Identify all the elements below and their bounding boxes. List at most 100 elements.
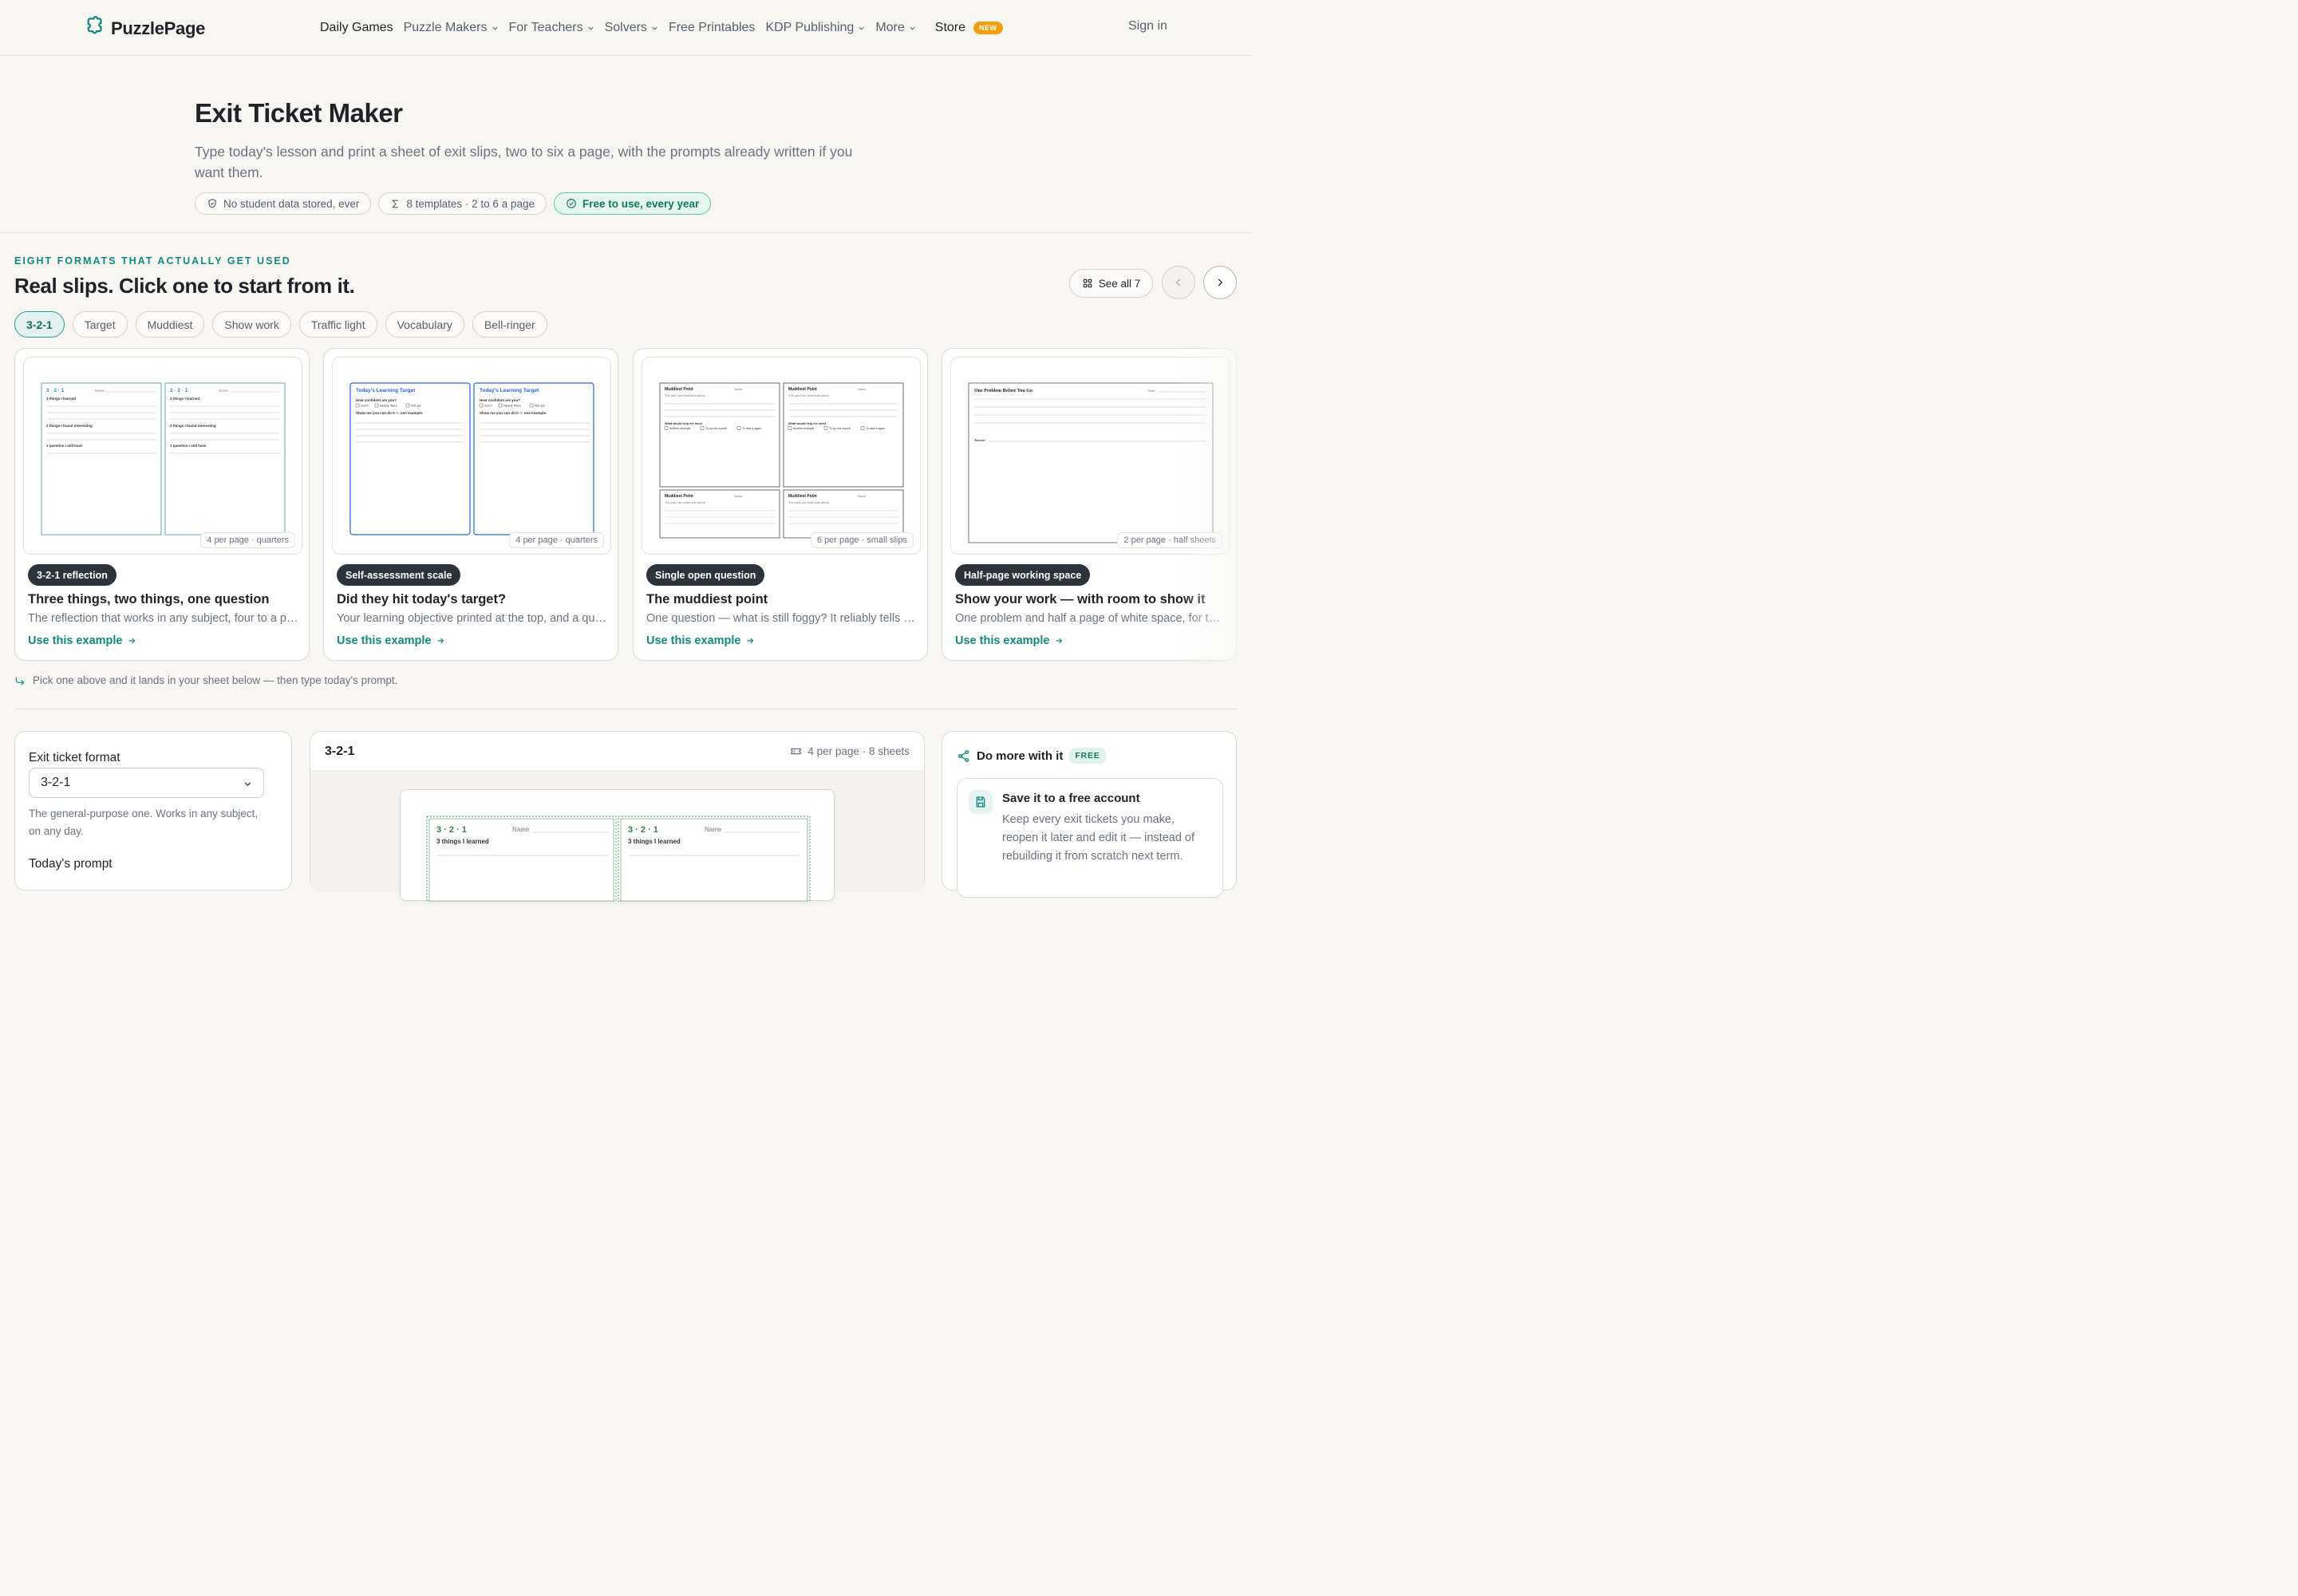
svg-text:What would help me most: What would help me most — [788, 422, 827, 425]
carousel-next-button[interactable] — [1203, 266, 1237, 299]
use-example-link[interactable]: Use this example — [955, 634, 1064, 647]
thumbnail-caption: 4 per page · quarters — [200, 532, 295, 548]
settings-panel: Exit ticket format 3-2-1 The general-pur… — [14, 731, 292, 891]
svg-text:Another example: Another example — [669, 427, 691, 430]
svg-text:To hear it again: To hear it again — [866, 427, 885, 430]
thumbnail-caption: 4 per page · quarters — [509, 532, 604, 548]
arrow-right-icon — [747, 638, 754, 644]
preview-header: 3-2-1 4 per page · 8 sheets — [310, 732, 924, 772]
use-example-link[interactable]: Use this example — [337, 634, 445, 647]
ticket-icon — [791, 748, 802, 755]
save-icon-wrap — [969, 790, 993, 814]
chip-3-2-1[interactable]: 3-2-1 — [14, 311, 65, 338]
nav-item-solvers[interactable]: Solvers — [605, 21, 658, 35]
slip-preview: 3 · 2 · 1 Name 3 things I learned 2 thin… — [41, 382, 286, 535]
save-icon — [976, 796, 985, 808]
chip-traffic-light[interactable]: Traffic light — [298, 311, 377, 338]
chip-show-work[interactable]: Show work — [212, 311, 291, 338]
slip-preview: One Problem Before You Go Name Answer — [968, 382, 1214, 543]
share-icon — [958, 749, 969, 762]
card-tag: Self-assessment scale — [337, 564, 461, 586]
svg-text:3 things I learned: 3 things I learned — [170, 397, 199, 401]
svg-text:Show me you can do it — one ex: Show me you can do it — one example: — [480, 411, 547, 415]
svg-text:The part I am least sure about: The part I am least sure about — [665, 501, 706, 504]
see-all-button[interactable]: See all 7 — [1069, 269, 1153, 298]
prompt-label: Today's prompt — [29, 857, 113, 871]
chevron-down-icon — [652, 26, 657, 30]
card-thumbnail: One Problem Before You Go Name Answer 2 … — [950, 357, 1230, 555]
nav-item-free-printables[interactable]: Free Printables — [669, 21, 756, 35]
use-example-link[interactable]: Use this example — [646, 634, 755, 647]
chevron-down-icon — [859, 26, 864, 30]
use-example-link[interactable]: Use this example — [28, 634, 136, 647]
brand-logo[interactable]: PuzzlePage — [83, 16, 205, 41]
hero-divider — [0, 232, 1251, 233]
card-description: One question — what is still foggy? It r… — [646, 612, 918, 625]
svg-text:Today's Learning Target: Today's Learning Target — [356, 388, 416, 393]
save-account-card[interactable]: Save it to a free account Keep every exi… — [957, 778, 1223, 898]
svg-text:Muddiest Point: Muddiest Point — [665, 494, 693, 499]
nav-item-more[interactable]: More — [875, 21, 915, 35]
save-card-description: Keep every exit tickets you make, reopen… — [1002, 813, 1195, 863]
svg-text:What would help me most: What would help me most — [665, 422, 703, 425]
sigma-icon — [392, 200, 399, 207]
nav-item-kdp-publishing[interactable]: KDP Publishing — [765, 21, 865, 35]
format-card-muddiest[interactable]: Muddiest Point Muddiest Point Muddiest P… — [633, 348, 928, 661]
more-panel: Do more with it FREE Save it to a free a… — [942, 731, 1237, 898]
svg-text:Today's Learning Target: Today's Learning Target — [480, 388, 539, 393]
puzzle-piece-icon — [83, 16, 105, 41]
svg-text:Muddiest Point: Muddiest Point — [788, 494, 817, 499]
sheet-slips: 3 · 2 · 1 Name 3 things I learned 3 · 2 … — [426, 816, 811, 905]
card-description: One problem and half a page of white spa… — [955, 612, 1226, 625]
svg-text:Name: Name — [705, 826, 722, 833]
svg-text:Name: Name — [858, 388, 866, 391]
svg-text:3 · 2 · 1: 3 · 2 · 1 — [170, 388, 188, 393]
format-select[interactable]: 3-2-1 — [29, 768, 264, 798]
top-nav: PuzzlePage Daily Games Puzzle Makers For… — [0, 0, 1251, 56]
card-tag: Half-page working space — [955, 564, 1091, 586]
chip-bell-ringer[interactable]: Bell-ringer — [472, 311, 547, 338]
chip-vocabulary[interactable]: Vocabulary — [385, 311, 464, 338]
chip-target[interactable]: Target — [72, 311, 128, 338]
svg-text:Name: Name — [95, 389, 105, 393]
chevron-down-icon — [492, 26, 498, 30]
chevron-left-icon — [1175, 279, 1181, 286]
carousel-prev-button[interactable] — [1162, 266, 1195, 299]
card-title: Show your work — with room to show it — [955, 592, 1206, 606]
preview-meta: 4 per page · 8 sheets — [790, 745, 910, 757]
svg-text:1 question I still have: 1 question I still have — [170, 444, 207, 448]
page-title: Exit Ticket Maker — [195, 98, 403, 128]
svg-text:The part I am least sure about: The part I am least sure about — [788, 501, 830, 504]
nav-item-for-teachers[interactable]: For Teachers — [509, 21, 594, 35]
svg-text:Muddiest Point: Muddiest Point — [788, 387, 817, 392]
svg-text:How confident are you?: How confident are you? — [480, 398, 520, 402]
svg-text:Name: Name — [1147, 389, 1155, 393]
thumbnail-caption: 6 per page · small slips — [810, 532, 914, 548]
sign-in-link[interactable]: Sign in — [1128, 19, 1167, 34]
arrow-right-icon — [437, 638, 444, 644]
format-card-3-2-1[interactable]: 3 · 2 · 1 Name 3 things I learned 2 thin… — [14, 348, 310, 661]
svg-text:3 things I learned: 3 things I learned — [436, 838, 489, 845]
chevron-down-icon — [244, 782, 251, 787]
svg-text:Got it: Got it — [484, 404, 492, 408]
shield-icon — [208, 199, 216, 208]
svg-text:To hear it again: To hear it again — [742, 427, 761, 430]
svg-text:The part I am least sure about: The part I am least sure about — [665, 394, 706, 397]
pick-hint: Pick one above and it lands in your shee… — [14, 674, 397, 686]
format-description: The general-purpose one. Works in any su… — [29, 808, 259, 837]
page-subtitle: Type today's lesson and print a sheet of… — [195, 144, 853, 180]
card-tag: Single open question — [646, 564, 765, 586]
format-card-target[interactable]: Today's Learning Target How confident ar… — [323, 348, 618, 661]
nav-item-puzzle-makers[interactable]: Puzzle Makers — [404, 21, 499, 35]
svg-text:Name: Name — [734, 388, 742, 391]
new-badge: NEW — [973, 22, 1003, 34]
svg-text:2 things I found interesting: 2 things I found interesting — [170, 424, 216, 428]
nav-item-store[interactable]: Store NEW — [935, 21, 1003, 35]
format-card-show-work[interactable]: One Problem Before You Go Name Answer 2 … — [942, 348, 1237, 661]
arrow-right-icon — [128, 638, 136, 644]
svg-text:Not yet: Not yet — [411, 404, 422, 408]
svg-text:The part I am least sure about: The part I am least sure about — [788, 394, 830, 397]
svg-text:Not yet: Not yet — [535, 404, 546, 408]
chip-muddiest[interactable]: Muddiest — [135, 311, 205, 338]
nav-item-daily-games[interactable]: Daily Games — [320, 21, 393, 35]
